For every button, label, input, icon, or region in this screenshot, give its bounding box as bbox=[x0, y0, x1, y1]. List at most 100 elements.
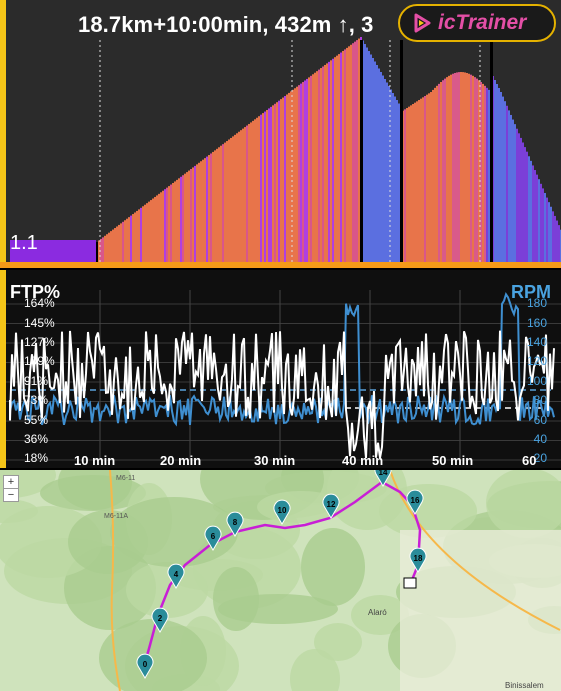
segment-label: 1.1 bbox=[10, 232, 38, 254]
profile-bar bbox=[460, 72, 462, 262]
ftp-tick-label: 18% bbox=[24, 451, 49, 465]
profile-bar bbox=[160, 192, 162, 262]
profile-bar bbox=[226, 141, 228, 262]
profile-bar bbox=[128, 217, 130, 262]
profile-bar bbox=[494, 80, 496, 262]
profile-bar bbox=[550, 206, 552, 262]
profile-bar bbox=[534, 170, 536, 262]
profile-bar bbox=[176, 179, 178, 262]
profile-bar bbox=[482, 83, 484, 262]
route-marker-number: 16 bbox=[411, 496, 420, 505]
profile-bar bbox=[344, 49, 346, 263]
profile-bar bbox=[200, 161, 202, 262]
profile-bar bbox=[278, 100, 280, 262]
profile-bar bbox=[224, 142, 226, 262]
profile-bar bbox=[264, 111, 266, 262]
ftp-tick-label: 36% bbox=[24, 432, 49, 446]
terrain-patch bbox=[314, 623, 362, 661]
profile-bar bbox=[404, 109, 406, 262]
profile-bar bbox=[510, 114, 512, 262]
profile-bar bbox=[280, 99, 282, 262]
place-label: Binissalem bbox=[505, 681, 544, 690]
route-map[interactable]: 0 2 4 6 8 10 12 14 16 18 M6-11A M6-11 Alaró Binissale… bbox=[0, 470, 561, 691]
profile-bar bbox=[342, 50, 344, 263]
profile-bar bbox=[314, 72, 316, 262]
profile-bar bbox=[450, 74, 452, 262]
profile-bar bbox=[370, 54, 372, 262]
profile-bar bbox=[272, 105, 274, 262]
profile-bar bbox=[516, 128, 518, 262]
profile-bar bbox=[236, 133, 238, 262]
profile-bar bbox=[332, 58, 334, 262]
power-series bbox=[9, 330, 555, 459]
profile-bar bbox=[178, 178, 180, 262]
profile-bar bbox=[376, 65, 378, 262]
profile-bar bbox=[476, 78, 478, 262]
route-marker-number: 6 bbox=[211, 532, 216, 541]
profile-bar bbox=[298, 85, 300, 262]
profile-bar bbox=[468, 73, 470, 262]
profile-bar bbox=[156, 195, 158, 262]
profile-bar bbox=[124, 220, 126, 262]
progress-indicator bbox=[0, 0, 6, 268]
profile-bar bbox=[138, 209, 140, 262]
route-map-canvas[interactable]: 0 2 4 6 8 10 12 14 16 18 M6-11A M6-11 Alaró Binissale… bbox=[0, 470, 561, 691]
time-tick-label: 10 min bbox=[74, 453, 116, 468]
road-label: M6-11 bbox=[116, 475, 135, 482]
profile-bar bbox=[266, 109, 268, 262]
profile-bar bbox=[164, 189, 166, 262]
profile-bar bbox=[452, 73, 454, 262]
profile-bar bbox=[544, 192, 546, 262]
profile-bar bbox=[140, 207, 142, 262]
profile-bar bbox=[532, 165, 534, 262]
profile-bar bbox=[132, 214, 134, 262]
profile-bar bbox=[166, 187, 168, 262]
profile-bar bbox=[540, 183, 542, 262]
profile-bar bbox=[424, 96, 426, 262]
profile-bar bbox=[260, 114, 262, 262]
profile-bar bbox=[248, 123, 250, 262]
ftp-tick-label: 73% bbox=[24, 393, 49, 407]
profile-bar bbox=[116, 226, 118, 262]
profile-bar bbox=[110, 231, 112, 262]
profile-bar bbox=[484, 85, 486, 262]
segment-divider bbox=[96, 242, 98, 262]
profile-bar bbox=[308, 77, 310, 262]
profile-bar bbox=[174, 181, 176, 262]
route-marker-number: 14 bbox=[379, 470, 388, 477]
ftp-tick-label: 145% bbox=[24, 316, 55, 330]
profile-bar bbox=[318, 69, 320, 262]
profile-bar bbox=[306, 78, 308, 262]
logo-wordmark: icTrainer bbox=[438, 11, 527, 34]
profile-bar bbox=[112, 229, 114, 262]
profile-bar bbox=[442, 80, 444, 262]
profile-bar bbox=[336, 55, 338, 262]
profile-bar bbox=[440, 82, 442, 262]
power-cadence-chart bbox=[0, 270, 561, 468]
profile-bar bbox=[324, 64, 326, 262]
profile-bar bbox=[210, 153, 212, 262]
profile-bar bbox=[240, 130, 242, 262]
profile-bar bbox=[108, 232, 110, 262]
profile-bar bbox=[456, 72, 458, 263]
zoom-out-button[interactable]: − bbox=[3, 488, 19, 502]
route-marker-number: 12 bbox=[327, 500, 336, 509]
zoom-in-button[interactable]: + bbox=[3, 475, 19, 489]
profile-bar bbox=[212, 151, 214, 262]
profile-bar bbox=[144, 204, 146, 262]
profile-bar bbox=[122, 221, 124, 262]
profile-bar bbox=[500, 92, 502, 262]
profile-bar bbox=[470, 74, 472, 262]
profile-bar bbox=[514, 124, 516, 262]
profile-bar bbox=[334, 57, 336, 262]
rpm-tick-label: 100 bbox=[526, 374, 547, 388]
profile-bar bbox=[258, 116, 260, 262]
rpm-tick-label: 140 bbox=[526, 335, 547, 349]
profile-bar bbox=[238, 131, 240, 262]
terrain-patch bbox=[301, 528, 365, 606]
time-tick-label: 50 min bbox=[432, 453, 474, 468]
segment-divider bbox=[490, 40, 493, 262]
profile-bar bbox=[190, 169, 192, 262]
profile-bar bbox=[120, 223, 122, 262]
profile-bar bbox=[346, 47, 348, 262]
